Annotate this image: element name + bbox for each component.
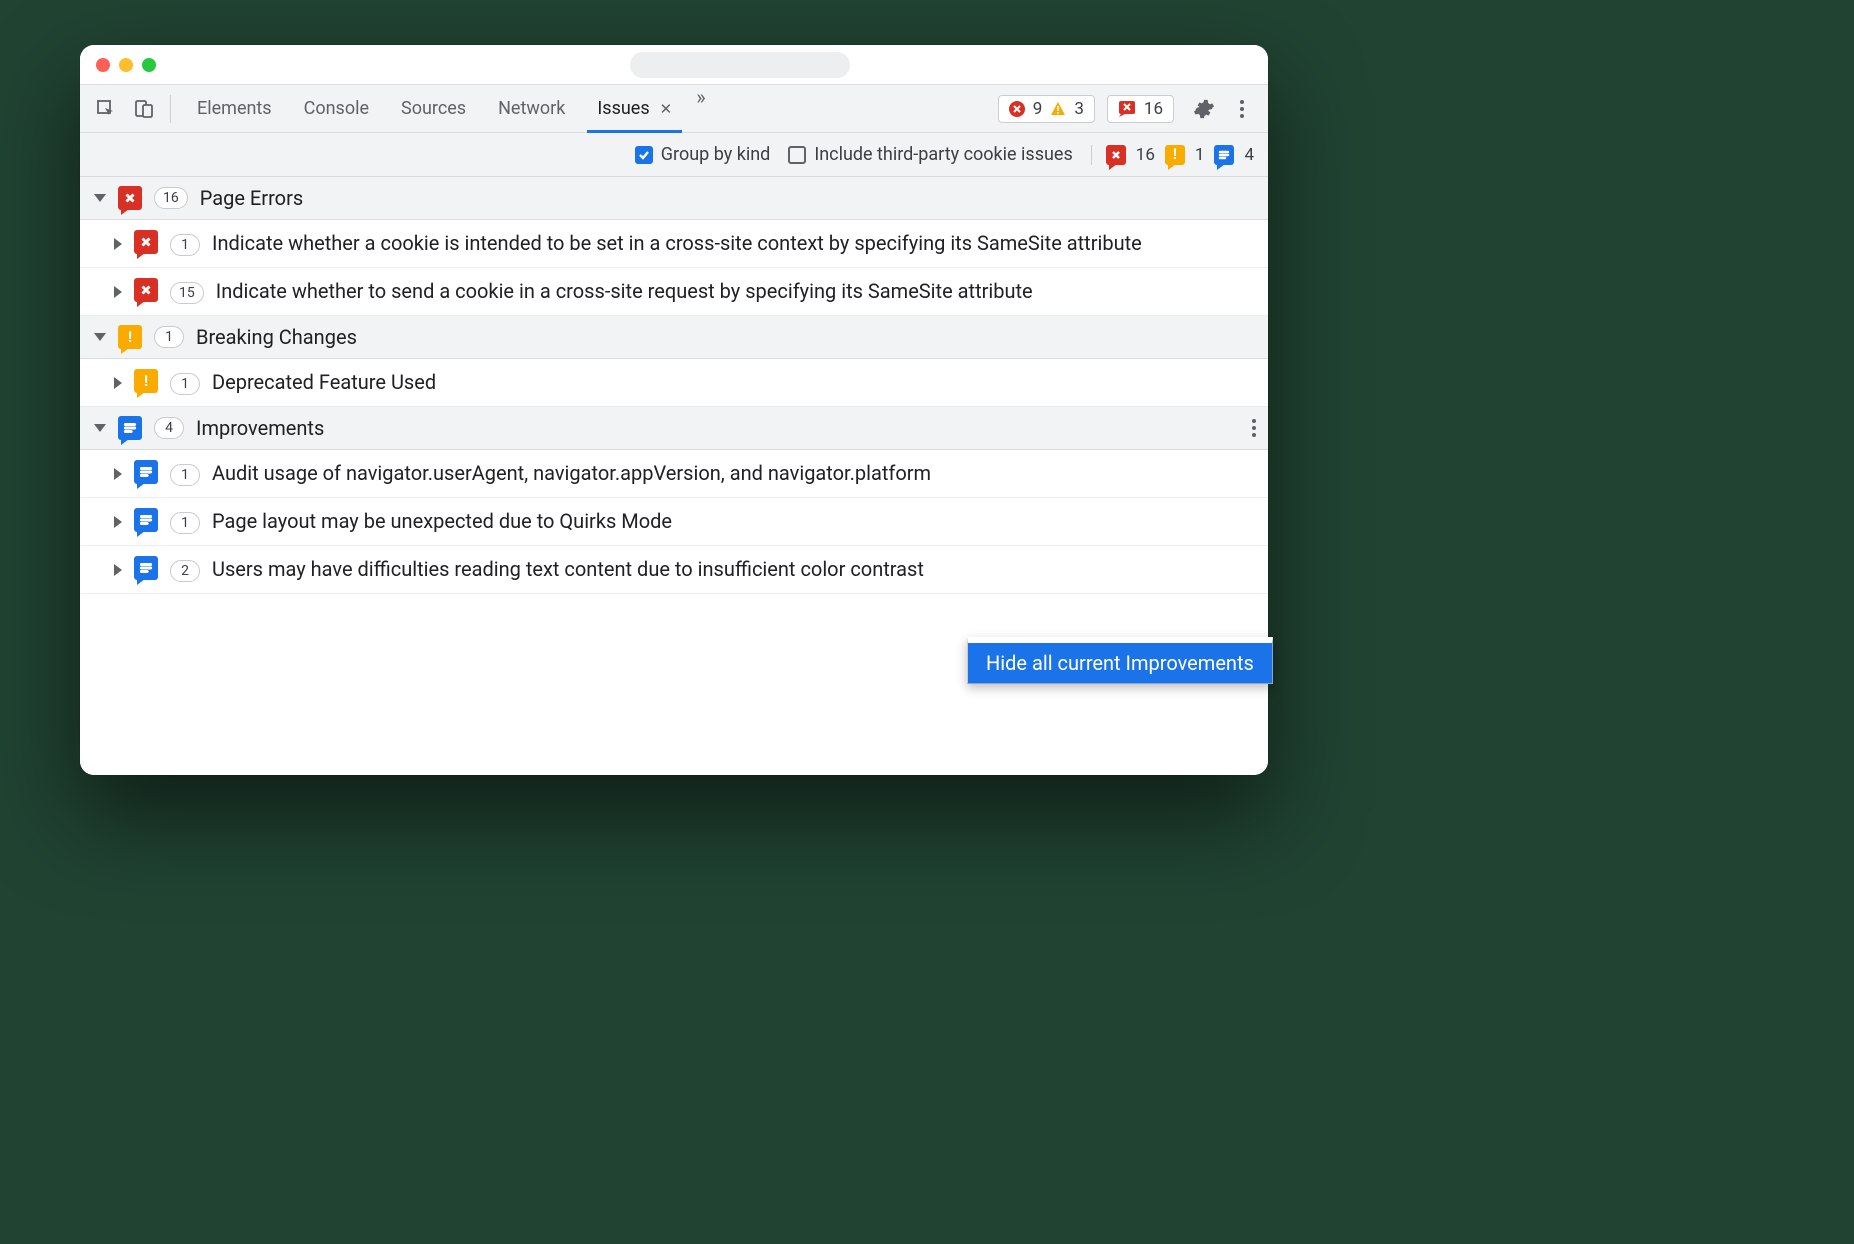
- group-header[interactable]: ! 1 Breaking Changes: [80, 316, 1268, 359]
- more-tabs-icon[interactable]: »: [688, 85, 713, 132]
- close-icon[interactable]: ✕: [660, 100, 673, 118]
- tab-label: Sources: [401, 98, 466, 119]
- checkbox-icon: [635, 146, 653, 164]
- warning-kind-count: 1: [1195, 145, 1205, 165]
- issue-row[interactable]: 1 Audit usage of navigator.userAgent, nav…: [80, 450, 1268, 498]
- traffic-lights: [80, 58, 156, 72]
- tab-label: Issues: [597, 98, 649, 119]
- warning-bubble-icon: !: [134, 369, 158, 393]
- group-title: Breaking Changes: [196, 325, 357, 349]
- warning-triangle-icon: [1050, 101, 1066, 117]
- issue-text: Audit usage of navigator.userAgent, navi…: [212, 460, 1254, 487]
- titlebar: DevTools: [80, 45, 1268, 85]
- group-count: 4: [154, 417, 184, 439]
- issue-count: 1: [170, 464, 200, 486]
- issue-count: 1: [170, 373, 200, 395]
- minimize-window-button[interactable]: [119, 58, 133, 72]
- info-kind-count: 4: [1244, 145, 1254, 165]
- warning-count: 3: [1074, 99, 1084, 119]
- tab-label: Network: [498, 98, 565, 119]
- group-more-menu-icon[interactable]: [1252, 419, 1256, 437]
- panel-tabs: Elements Console Sources Network Issues …: [181, 85, 714, 132]
- issue-row[interactable]: ! 1 Deprecated Feature Used: [80, 359, 1268, 407]
- issue-text: Indicate whether to send a cookie in a c…: [216, 278, 1254, 305]
- tab-issues[interactable]: Issues ✕: [581, 85, 688, 132]
- checkbox-icon: [788, 146, 806, 164]
- issue-row[interactable]: 15 Indicate whether to send a cookie in a…: [80, 268, 1268, 316]
- checkbox-label: Group by kind: [661, 144, 771, 165]
- issue-text: Users may have difficulties reading text…: [212, 556, 1254, 583]
- info-bubble-icon: [134, 556, 158, 580]
- issue-text: Page layout may be unexpected due to Qui…: [212, 508, 1254, 535]
- issue-row[interactable]: 2 Users may have difficulties reading tex…: [80, 546, 1268, 594]
- tab-elements[interactable]: Elements: [181, 85, 288, 132]
- kind-counts: 16 ! 1 4: [1091, 145, 1254, 165]
- disclosure-triangle-icon: [94, 333, 106, 341]
- zoom-window-button[interactable]: [142, 58, 156, 72]
- disclosure-triangle-icon: [114, 286, 122, 298]
- console-status-pill[interactable]: 9 3: [998, 95, 1095, 123]
- group-title: Improvements: [196, 416, 324, 440]
- disclosure-triangle-icon: [94, 194, 106, 202]
- issue-count: 2: [170, 560, 200, 582]
- disclosure-triangle-icon: [114, 564, 122, 576]
- info-bubble-icon: [1214, 145, 1234, 165]
- disclosure-triangle-icon: [114, 516, 122, 528]
- issues-list[interactable]: 16 Page Errors 1 Indicate whether a cookie …: [80, 177, 1268, 775]
- group-count: 16: [154, 187, 188, 209]
- disclosure-triangle-icon: [114, 377, 122, 389]
- settings-gear-icon[interactable]: [1188, 93, 1220, 125]
- issue-count: 15: [170, 282, 204, 304]
- tab-label: Console: [304, 98, 369, 119]
- error-bubble-icon: [118, 186, 142, 210]
- issue-text: Indicate whether a cookie is intended to…: [212, 230, 1254, 257]
- issues-status-pill[interactable]: 16: [1107, 95, 1174, 123]
- warning-bubble-icon: !: [118, 325, 142, 349]
- include-3p-checkbox[interactable]: Include third-party cookie issues: [788, 144, 1072, 165]
- issue-row[interactable]: 1 Page layout may be unexpected due to Qu…: [80, 498, 1268, 546]
- issue-row[interactable]: 1 Indicate whether a cookie is intended t…: [80, 220, 1268, 268]
- issue-count: 1: [170, 512, 200, 534]
- group-header[interactable]: 16 Page Errors: [80, 177, 1268, 220]
- error-bubble-icon: [1118, 100, 1136, 118]
- context-menu-label: Hide all current Improvements: [986, 651, 1254, 675]
- group-title: Page Errors: [200, 186, 303, 210]
- close-window-button[interactable]: [96, 58, 110, 72]
- error-count: 9: [1033, 99, 1043, 119]
- info-bubble-icon: [118, 416, 142, 440]
- divider: [170, 95, 171, 123]
- group-header[interactable]: 4 Improvements: [80, 407, 1268, 450]
- tab-console[interactable]: Console: [288, 85, 385, 132]
- group-by-kind-checkbox[interactable]: Group by kind: [635, 144, 771, 165]
- warning-bubble-icon: !: [1165, 145, 1185, 165]
- error-bubble-icon: [134, 230, 158, 254]
- disclosure-triangle-icon: [94, 424, 106, 432]
- context-menu-item[interactable]: Hide all current Improvements: [967, 637, 1273, 684]
- disclosure-triangle-icon: [114, 238, 122, 250]
- error-kind-count: 16: [1136, 145, 1155, 165]
- checkbox-label: Include third-party cookie issues: [814, 144, 1072, 165]
- url-chip: [630, 52, 850, 78]
- error-circle-icon: [1009, 101, 1025, 117]
- issues-count: 16: [1144, 99, 1163, 119]
- group-count: 1: [154, 326, 184, 348]
- info-bubble-icon: [134, 460, 158, 484]
- tab-sources[interactable]: Sources: [385, 85, 482, 132]
- tab-label: Elements: [197, 98, 272, 119]
- more-menu-icon[interactable]: [1226, 93, 1258, 125]
- issue-count: 1: [170, 234, 200, 256]
- issue-text: Deprecated Feature Used: [212, 369, 1254, 396]
- inspect-element-icon[interactable]: [90, 93, 122, 125]
- disclosure-triangle-icon: [114, 468, 122, 480]
- info-bubble-icon: [134, 508, 158, 532]
- error-bubble-icon: [1106, 145, 1126, 165]
- issues-toolbar: Group by kind Include third-party cookie…: [80, 133, 1268, 177]
- devtools-tabbar: Elements Console Sources Network Issues …: [80, 85, 1268, 133]
- toggle-device-icon[interactable]: [128, 93, 160, 125]
- error-bubble-icon: [134, 278, 158, 302]
- tab-network[interactable]: Network: [482, 85, 581, 132]
